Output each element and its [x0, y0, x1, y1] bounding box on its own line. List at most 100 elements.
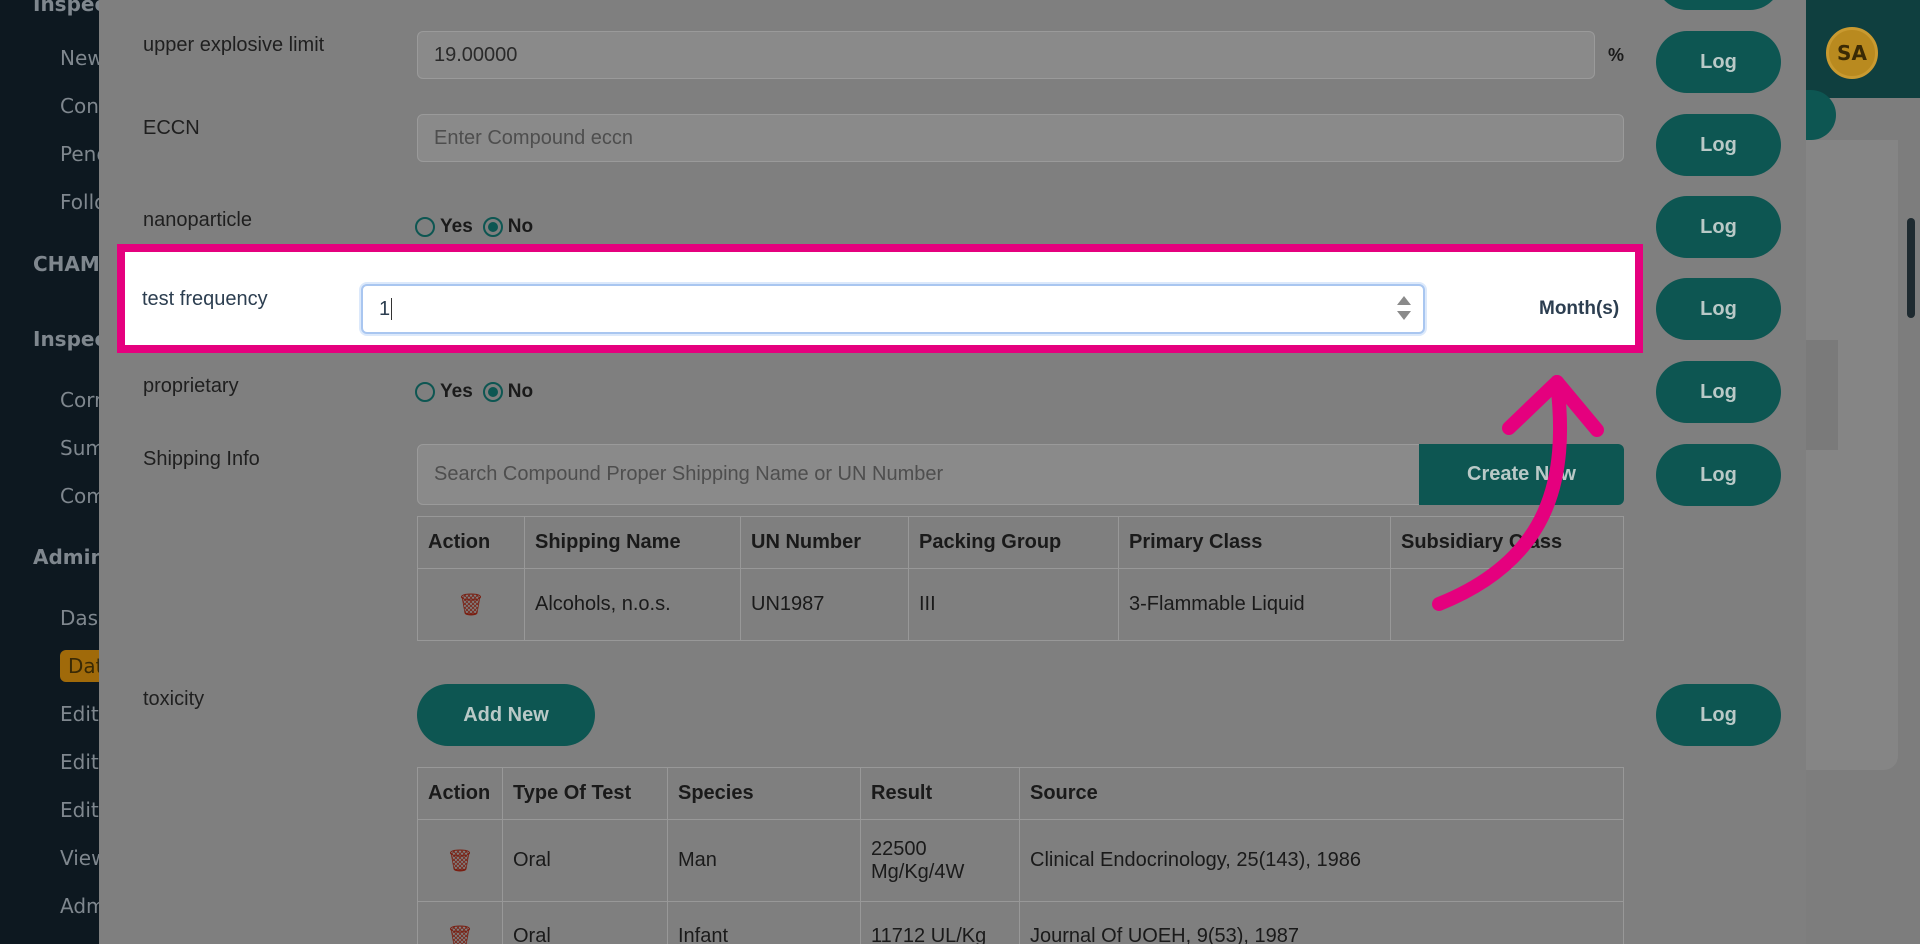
radio-yes[interactable]	[415, 382, 435, 402]
column-header: Packing Group	[908, 516, 1119, 569]
number-spinner[interactable]	[1397, 296, 1411, 326]
radio-yes-label: Yes	[440, 381, 473, 402]
upper-explosive-limit-input[interactable]: 19.00000	[417, 31, 1595, 79]
sidebar-item[interactable]: Follo	[60, 190, 100, 214]
months-unit: Month(s)	[1539, 298, 1620, 319]
column-header: Shipping Name	[524, 516, 741, 569]
result-cell: 22500 Mg/Kg/4W	[860, 819, 1020, 902]
sidebar-item[interactable]: Sum	[60, 436, 100, 460]
create-new-button[interactable]: Create New	[1419, 444, 1624, 505]
action-cell: 🗑	[417, 568, 525, 641]
sidebar-section-inspect: Inspect	[33, 0, 100, 16]
radio-no-label: No	[507, 381, 534, 402]
action-cell: 🗑	[417, 901, 503, 944]
shipping-search-input[interactable]: Search Compound Proper Shipping Name or …	[417, 444, 1427, 505]
log-button[interactable]: Log	[1656, 444, 1781, 506]
column-header: Action	[417, 516, 525, 569]
proprietary-no-option[interactable]: No	[482, 381, 534, 403]
spinner-up-icon[interactable]	[1397, 296, 1411, 305]
proprietary-label: proprietary	[143, 375, 239, 397]
log-button[interactable]: Log	[1656, 684, 1781, 746]
sidebar-item-active[interactable]: Dat	[60, 650, 100, 682]
column-header: Result	[860, 767, 1020, 820]
column-header: Type Of Test	[502, 767, 668, 820]
table-header-row: Action Shipping Name UN Number Packing G…	[417, 516, 1624, 569]
toxicity-label: toxicity	[143, 688, 205, 710]
un-number-cell: UN1987	[740, 568, 909, 641]
result-line-1: 22500	[871, 837, 927, 860]
trash-icon[interactable]: 🗑	[446, 848, 474, 874]
sidebar-item[interactable]: Edit	[60, 750, 99, 774]
log-button[interactable]: Log	[1656, 114, 1781, 176]
nanoparticle-yes-option[interactable]: Yes	[415, 216, 473, 238]
sidebar-item[interactable]: Com	[60, 484, 100, 508]
radio-no-label: No	[507, 216, 534, 237]
log-button[interactable]: Log	[1656, 31, 1781, 93]
proprietary-yes-option[interactable]: Yes	[415, 381, 473, 403]
sidebar-item[interactable]: Con	[60, 94, 99, 118]
packing-group-cell: III	[908, 568, 1119, 641]
shipping-info-label: Shipping Info	[143, 448, 260, 470]
species-cell: Infant	[667, 901, 861, 944]
column-header: Action	[417, 767, 503, 820]
sidebar-item[interactable]: New	[60, 46, 100, 70]
log-button[interactable]: Log	[1656, 196, 1781, 258]
result-cell: 11712 UL/Kg	[860, 901, 1020, 944]
source-cell: Journal Of UOEH, 9(53), 1987	[1019, 901, 1624, 944]
eccn-input[interactable]: Enter Compound eccn	[417, 114, 1624, 162]
type-cell: Oral	[502, 901, 668, 944]
shipping-table: Action Shipping Name UN Number Packing G…	[417, 516, 1624, 641]
eccn-label: ECCN	[143, 117, 200, 139]
table-row: 🗑 Oral Infant 11712 UL/Kg Journal Of UOE…	[417, 901, 1624, 944]
column-header: Species	[667, 767, 861, 820]
log-button[interactable]: Log	[1656, 278, 1781, 340]
proprietary-radio-group: Yes No	[415, 381, 543, 403]
sidebar-item[interactable]: Dash	[60, 606, 100, 630]
spinner-down-icon[interactable]	[1397, 311, 1411, 320]
test-frequency-label: test frequency	[142, 288, 268, 310]
primary-class-cell: 3-Flammable Liquid	[1118, 568, 1391, 641]
compound-edit-modal: Log upper explosive limit 19.00000 % Log…	[99, 0, 1806, 944]
column-header: UN Number	[740, 516, 909, 569]
subsidiary-class-cell	[1390, 568, 1624, 641]
species-cell: Man	[667, 819, 861, 902]
trash-icon[interactable]: 🗑	[457, 592, 485, 618]
test-frequency-input[interactable]: 1	[361, 284, 1425, 334]
sidebar-item[interactable]: View	[60, 846, 100, 870]
nanoparticle-label: nanoparticle	[143, 209, 252, 231]
log-button[interactable]: Log	[1656, 0, 1781, 10]
avatar[interactable]: SA	[1826, 27, 1878, 79]
radio-yes[interactable]	[415, 217, 435, 237]
scrollbar[interactable]	[1907, 218, 1915, 318]
percent-unit: %	[1608, 45, 1625, 65]
type-cell: Oral	[502, 819, 668, 902]
sidebar-section-cham: CHAM	[33, 252, 100, 276]
action-cell: 🗑	[417, 819, 503, 902]
log-button[interactable]: Log	[1656, 361, 1781, 423]
sidebar-item[interactable]: Pend	[60, 142, 100, 166]
nanoparticle-no-option[interactable]: No	[482, 216, 534, 238]
sidebar-item[interactable]: Edit	[60, 702, 99, 726]
sidebar-item[interactable]: Adm	[60, 894, 100, 918]
background-shade	[1806, 340, 1838, 450]
result-line-2: Mg/Kg/4W	[871, 860, 965, 883]
table-row: 🗑 Oral Man 22500 Mg/Kg/4W Clinical Endocr…	[417, 819, 1624, 902]
radio-no-selected[interactable]	[482, 217, 503, 237]
radio-no-selected[interactable]	[482, 382, 503, 402]
sidebar-section-admin: Admin	[33, 545, 100, 569]
test-frequency-row-highlight: test frequency 1 Month(s)	[117, 244, 1643, 353]
shipping-name-cell: Alcohols, n.o.s.	[524, 568, 741, 641]
source-cell: Clinical Endocrinology, 25(143), 1986	[1019, 819, 1624, 902]
table-header-row: Action Type Of Test Species Result Sourc…	[417, 767, 1624, 820]
app-right-panel: SA	[1806, 0, 1920, 944]
text-caret	[391, 298, 393, 320]
app-sidebar: Inspect New Con Pend Follo CHAM Inspect …	[0, 0, 100, 944]
sidebar-item[interactable]: Edit	[60, 798, 99, 822]
column-header: Source	[1019, 767, 1624, 820]
column-header: Subsidiary Class	[1390, 516, 1624, 569]
trash-icon[interactable]: 🗑	[446, 924, 474, 944]
sidebar-item[interactable]: Corr	[60, 388, 100, 412]
add-new-button[interactable]: Add New	[417, 684, 595, 746]
table-row: 🗑 Alcohols, n.o.s. UN1987 III 3-Flammabl…	[417, 568, 1624, 641]
upper-explosive-limit-label: upper explosive limit	[143, 34, 325, 56]
